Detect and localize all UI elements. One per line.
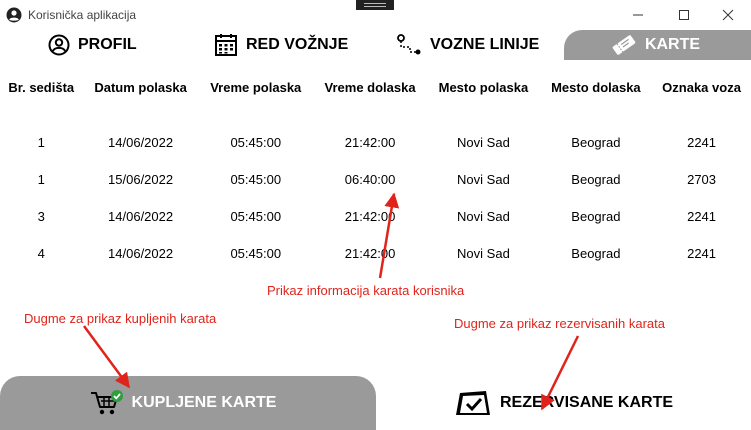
title-bar: Korisnička aplikacija [0,0,751,30]
column-header: Vreme dolaska [324,79,416,95]
annotation-info: Prikaz informacija karata korisnika [267,283,465,298]
rezervisane-karte-label: REZERVISANE KARTE [499,394,674,411]
table-cell: 15/06/2022 [108,172,174,187]
table-cell: 14/06/2022 [108,135,174,150]
table-cell: Novi Sad [457,209,510,224]
column-header: Mesto dolaska [551,79,641,95]
rezervisane-karte-button[interactable]: REZERVISANE KARTE [376,376,751,430]
table-cell: 21:42:00 [344,135,396,150]
column-header: Mesto polaska [438,79,529,95]
drag-handle[interactable] [356,0,394,10]
table-cell: Novi Sad [457,172,510,187]
maximize-icon [679,10,689,20]
column-header: Br. sedišta [8,79,75,95]
kupljene-karte-label: KUPLJENE KARTE [131,394,277,411]
minimize-icon [633,14,643,16]
table-cell: Beograd [571,246,621,261]
tab-profil[interactable]: PROFIL [48,30,137,60]
table-cell: 1 [37,172,45,187]
column-header: Vreme polaska [210,79,302,95]
tab-bar: PROFIL RED VOŽNJE VOZNE LINIJE KARTE [0,30,751,60]
table-cell: 1 [37,135,45,150]
annotation-kupljene: Dugme za prikaz kupljenih karata [24,311,217,326]
cart-check-icon [90,390,123,415]
close-icon [722,9,734,21]
table-cell: 14/06/2022 [108,246,174,261]
table-cell: 05:45:00 [230,172,282,187]
user-circle-icon [6,7,22,23]
window-title: Korisnička aplikacija [28,8,137,22]
table-cell: 2703 [687,172,717,187]
reservation-check-icon [455,391,490,415]
user-icon [48,34,70,56]
maximize-button[interactable] [661,0,707,30]
route-icon [397,34,421,55]
table-cell: 2241 [687,209,717,224]
tab-red-voznje[interactable]: RED VOŽNJE [214,30,348,60]
table-cell: 14/06/2022 [108,209,174,224]
table-cell: Beograd [571,135,621,150]
kupljene-karte-button[interactable]: KUPLJENE KARTE [0,376,376,430]
table-cell: 2241 [687,135,717,150]
tab-profil-label: PROFIL [78,36,137,53]
tickets-table: Br. sedišta Datum polaska Vreme polaska … [0,72,751,272]
table-cell: 21:42:00 [344,246,396,261]
table-row[interactable]: 4 14/06/2022 05:45:00 21:42:00 Novi Sad … [0,235,751,272]
table-row[interactable]: 1 14/06/2022 05:45:00 21:42:00 Novi Sad … [0,102,751,161]
table-cell: Beograd [571,209,621,224]
table-cell: 3 [37,209,45,224]
table-cell: 05:45:00 [230,246,282,261]
table-cell: 05:45:00 [230,209,282,224]
table-cell: Beograd [571,172,621,187]
table-row[interactable]: 1 15/06/2022 05:45:00 06:40:00 Novi Sad … [0,161,751,198]
ticket-icon [612,35,636,55]
tab-red-voznje-label: RED VOŽNJE [246,36,349,53]
table-cell: Novi Sad [457,135,510,150]
tab-vozne-linije[interactable]: VOZNE LINIJE [396,30,539,60]
table-cell: 06:40:00 [344,172,396,187]
table-cell: 4 [37,246,45,261]
annotation-rezervisane: Dugme za prikaz rezervisanih karata [454,316,665,331]
close-button[interactable] [705,0,751,30]
table-cell: 21:42:00 [344,209,396,224]
column-header: Oznaka voza [662,79,741,95]
tab-vozne-linije-label: VOZNE LINIJE [430,36,540,53]
calendar-icon [215,34,237,56]
minimize-button[interactable] [615,0,661,30]
table-cell: 2241 [687,246,717,261]
tab-karte[interactable]: KARTE [564,30,751,60]
table-cell: Novi Sad [457,246,510,261]
column-header: Datum polaska [94,79,187,95]
table-header-row: Br. sedišta Datum polaska Vreme polaska … [0,72,751,102]
table-cell: 05:45:00 [230,135,282,150]
tab-karte-label: KARTE [644,36,701,53]
table-row[interactable]: 3 14/06/2022 05:45:00 21:42:00 Novi Sad … [0,198,751,235]
